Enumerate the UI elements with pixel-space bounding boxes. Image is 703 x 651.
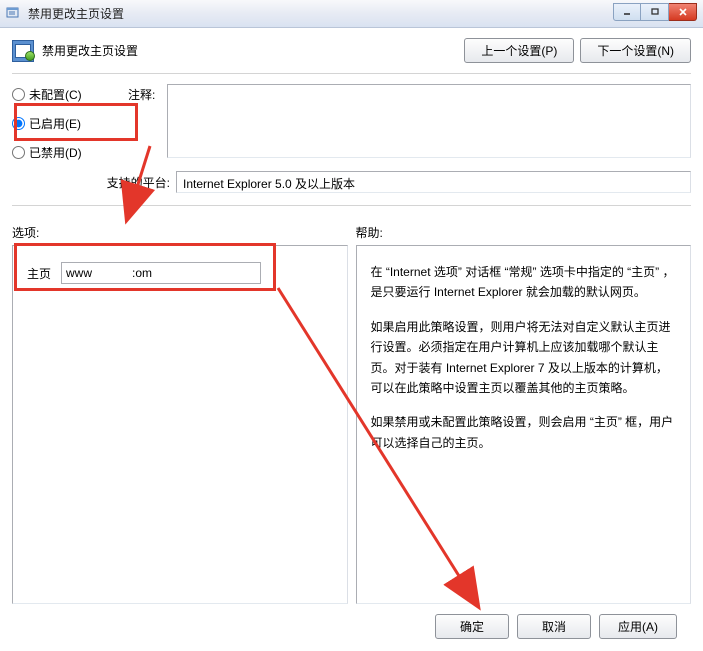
notes-label: 注释: — [128, 84, 155, 161]
next-setting-button[interactable]: 下一个设置(N) — [580, 38, 691, 63]
help-paragraph: 在 “Internet 选项” 对话框 “常规” 选项卡中指定的 “主页” ，是… — [371, 262, 677, 303]
radio-not-configured[interactable]: 未配置(C) — [12, 86, 122, 103]
separator — [12, 73, 691, 74]
radio-disabled-input[interactable] — [12, 146, 25, 159]
help-paragraph: 如果启用此策略设置，则用户将无法对自定义默认主页进行设置。必须指定在用户计算机上… — [371, 317, 677, 399]
window-title: 禁用更改主页设置 — [28, 5, 613, 22]
options-panel: 主页 — [12, 245, 348, 604]
dialog-footer: 确定 取消 应用(A) — [12, 604, 691, 651]
prev-setting-button[interactable]: 上一个设置(P) — [464, 38, 574, 63]
radio-not-configured-label: 未配置(C) — [29, 86, 82, 103]
app-icon — [6, 6, 22, 22]
policy-icon — [12, 40, 34, 62]
radio-not-configured-input[interactable] — [12, 88, 25, 101]
help-label: 帮助: — [356, 224, 692, 241]
notes-textarea[interactable] — [167, 84, 691, 158]
cancel-button[interactable]: 取消 — [517, 614, 591, 639]
radio-enabled-input[interactable] — [12, 117, 25, 130]
options-label: 选项: — [12, 224, 348, 241]
homepage-input[interactable] — [61, 262, 261, 284]
platforms-label: 支持的平台: — [12, 174, 176, 191]
radio-enabled[interactable]: 已启用(E) — [12, 115, 122, 132]
titlebar: 禁用更改主页设置 — [0, 0, 703, 28]
radio-enabled-label: 已启用(E) — [29, 115, 81, 132]
help-panel: 在 “Internet 选项” 对话框 “常规” 选项卡中指定的 “主页” ，是… — [356, 245, 692, 604]
maximize-button[interactable] — [641, 3, 669, 21]
page-title: 禁用更改主页设置 — [42, 42, 138, 59]
close-button[interactable] — [669, 3, 697, 21]
ok-button[interactable]: 确定 — [435, 614, 509, 639]
separator — [12, 205, 691, 206]
help-paragraph: 如果禁用或未配置此策略设置，则会启用 “主页” 框，用户可以选择自己的主页。 — [371, 412, 677, 453]
apply-button[interactable]: 应用(A) — [599, 614, 677, 639]
radio-disabled-label: 已禁用(D) — [29, 144, 82, 161]
minimize-button[interactable] — [613, 3, 641, 21]
platforms-value: Internet Explorer 5.0 及以上版本 — [176, 171, 691, 193]
radio-disabled[interactable]: 已禁用(D) — [12, 144, 122, 161]
homepage-label: 主页 — [27, 265, 51, 282]
